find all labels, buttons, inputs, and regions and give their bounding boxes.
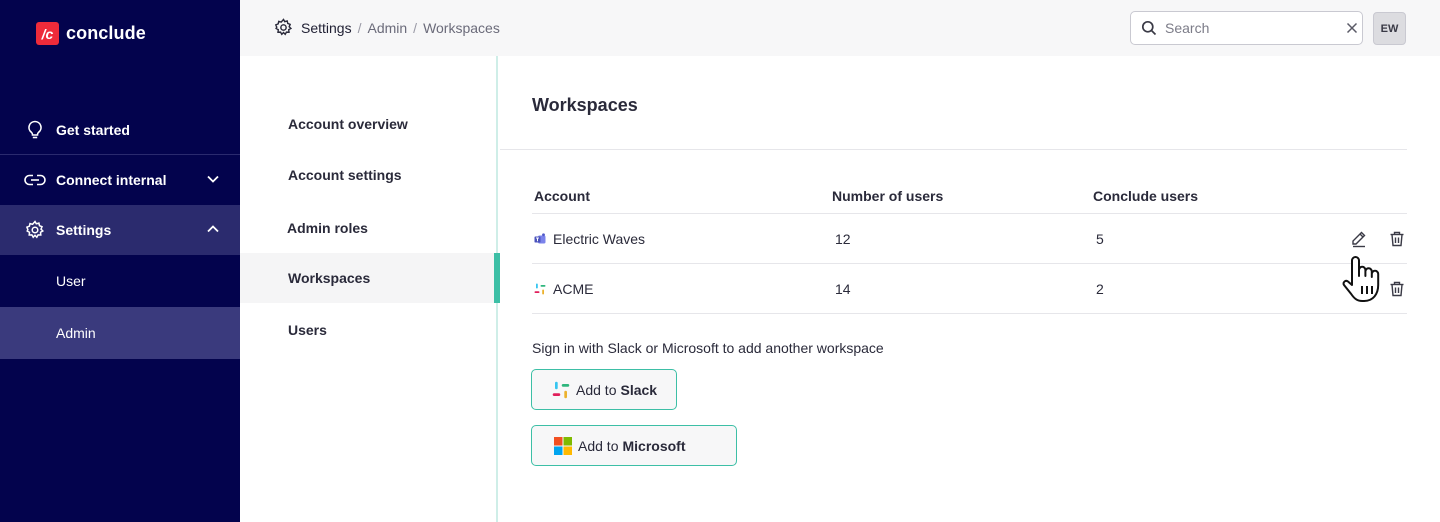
brand-mark: /c <box>36 22 59 45</box>
sidebar-item-label: Get started <box>56 121 130 138</box>
microsoft-icon <box>554 436 572 455</box>
users-count: 14 <box>835 280 851 297</box>
breadcrumb: Settings / Admin / Workspaces <box>274 18 500 37</box>
sidebar-item-label: Connect internal <box>56 172 167 188</box>
table-header: Account Number of users Conclude users <box>532 178 1407 214</box>
avatar[interactable]: EW <box>1373 12 1406 45</box>
sidebar: /c conclude Get started Connect internal… <box>0 0 240 522</box>
table-row: ACME 14 2 <box>532 264 1407 314</box>
subnav-item-users[interactable]: Users <box>240 305 498 355</box>
account-cell: ACME <box>534 281 593 297</box>
subnav-item-account-settings[interactable]: Account settings <box>240 150 498 200</box>
subnav-item-account-overview[interactable]: Account overview <box>240 99 498 149</box>
sidebar-subitem-user[interactable]: User <box>0 255 240 307</box>
breadcrumb-item[interactable]: Settings <box>301 20 352 36</box>
button-label-prefix: Add to <box>578 437 619 454</box>
page-title: Workspaces <box>532 95 638 115</box>
trash-icon[interactable] <box>1387 279 1407 299</box>
brand-name: conclude <box>66 23 146 43</box>
button-label-brand: Slack <box>620 381 658 398</box>
divider <box>500 149 1407 150</box>
workspaces-table: Account Number of users Conclude users E… <box>532 178 1407 314</box>
breadcrumb-item: Workspaces <box>423 19 500 36</box>
sidebar-item-label: Settings <box>56 222 112 238</box>
sidebar-item-connect-internal[interactable]: Connect internal <box>0 155 240 205</box>
row-actions <box>1331 229 1407 249</box>
breadcrumb-item[interactable]: Admin <box>367 20 407 36</box>
users-count: 12 <box>835 230 851 247</box>
search-icon <box>1141 20 1157 36</box>
lightbulb-icon <box>24 119 46 141</box>
account-name: ACME <box>553 280 594 297</box>
add-workspace-hint: Sign in with Slack or Microsoft to add a… <box>532 340 884 356</box>
search-input[interactable] <box>1165 20 1346 36</box>
main-nav: Get started Connect internal Settings Us… <box>0 105 240 359</box>
sidebar-subitem-admin[interactable]: Admin <box>0 307 240 359</box>
slack-icon <box>552 381 570 399</box>
add-to-microsoft-button[interactable]: Add to Microsoft <box>531 425 738 466</box>
column-header-number-of-users: Number of users <box>832 187 944 204</box>
chevron-up-icon[interactable] <box>206 222 220 239</box>
hand-pointer-cursor-icon <box>1340 254 1384 309</box>
gear-icon <box>24 219 46 241</box>
settings-subnav: Account overview Account settings Admin … <box>240 56 500 522</box>
conclude-users-count: 5 <box>1096 230 1104 247</box>
breadcrumb-separator: / <box>357 19 362 36</box>
subnav-item-workspaces[interactable]: Workspaces <box>240 253 500 303</box>
breadcrumb-separator: / <box>413 19 418 36</box>
column-header-account: Account <box>534 187 590 204</box>
gear-icon <box>274 18 293 37</box>
sidebar-item-get-started[interactable]: Get started <box>0 105 240 155</box>
top-bar: Settings / Admin / Workspaces EW <box>240 0 1440 56</box>
teams-icon <box>534 232 546 245</box>
add-to-slack-button[interactable]: Add to Slack <box>531 369 678 410</box>
slack-icon <box>534 283 546 295</box>
subnav-item-admin-roles[interactable]: Admin roles <box>240 203 498 253</box>
account-cell: Electric Waves <box>534 231 645 247</box>
edit-icon[interactable] <box>1349 229 1369 249</box>
search-box <box>1130 11 1363 45</box>
sidebar-item-settings[interactable]: Settings <box>0 205 240 255</box>
conclude-users-count: 2 <box>1096 280 1104 297</box>
link-icon <box>24 169 46 191</box>
trash-icon[interactable] <box>1387 229 1407 249</box>
close-icon[interactable] <box>1346 22 1358 34</box>
button-label-prefix: Add to <box>576 381 617 398</box>
column-header-conclude-users: Conclude users <box>1093 187 1199 204</box>
main-content: Workspaces Account Number of users Concl… <box>500 56 1440 522</box>
chevron-down-icon[interactable] <box>206 172 220 189</box>
table-row: Electric Waves 12 5 <box>532 214 1407 264</box>
brand-logo[interactable]: /c conclude <box>36 22 146 45</box>
button-label-brand: Microsoft <box>622 437 686 454</box>
account-name: Electric Waves <box>553 230 646 247</box>
